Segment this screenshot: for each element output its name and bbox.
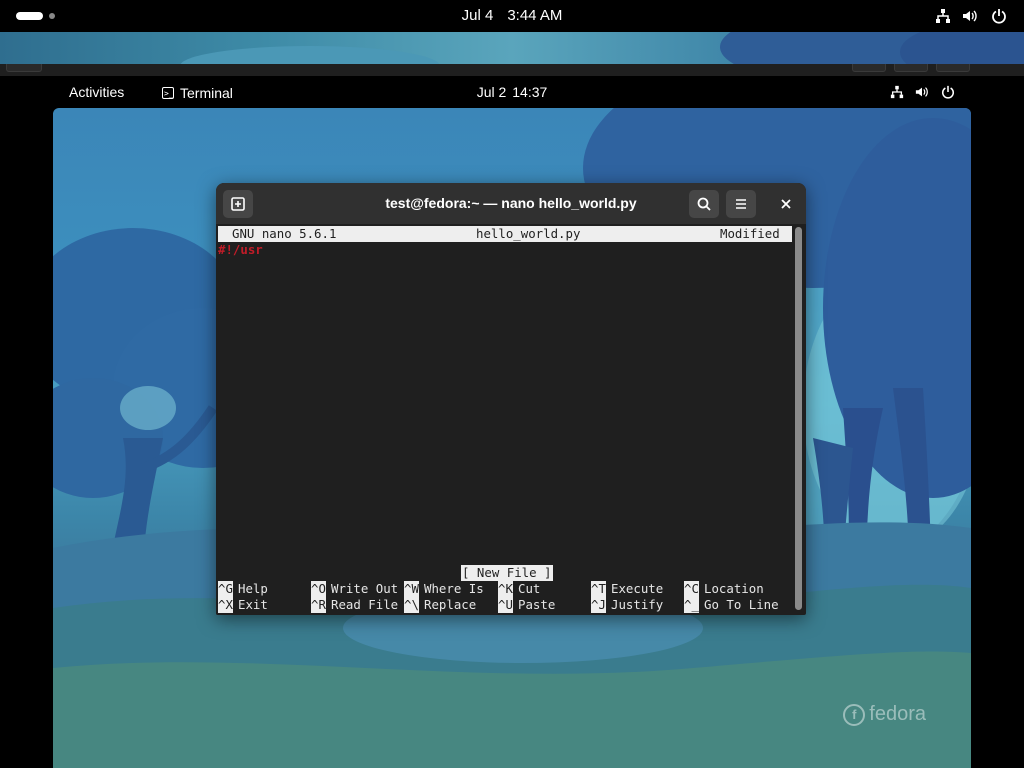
network-icon[interactable]	[935, 8, 951, 24]
vm-clock[interactable]: Jul 2 14:37	[0, 76, 1024, 109]
volume-icon[interactable]	[915, 85, 929, 99]
vm-time: 14:37	[512, 84, 548, 100]
nano-modified-state: Modified	[720, 226, 780, 241]
nano-filename: hello_world.py	[476, 226, 581, 241]
terminal-scrollbar[interactable]	[795, 227, 802, 610]
host-top-bar: Jul 4 3:44 AM	[0, 0, 1024, 32]
frame-tab	[6, 64, 42, 72]
fedora-wordmark: fedora	[869, 703, 926, 725]
volume-icon[interactable]	[962, 8, 978, 24]
menu-button[interactable]	[726, 190, 756, 218]
nano-status-message: [ New File ]	[461, 565, 553, 581]
fedora-icon: f	[843, 703, 866, 726]
terminal-content[interactable]: GNU nano 5.6.1 hello_world.py Modified #…	[216, 224, 794, 615]
frame-tab	[852, 64, 886, 72]
close-icon	[781, 199, 791, 209]
fedora-logo: f fedora	[843, 703, 926, 726]
host-date: Jul 4	[461, 7, 494, 24]
scrollbar-thumb[interactable]	[795, 227, 802, 610]
host-time: 3:44 AM	[507, 7, 563, 24]
frame-tab	[894, 64, 928, 72]
terminal-window[interactable]: test@fedora:~ — nano hello_world.py GNU …	[216, 183, 806, 615]
host-wallpaper-strip	[0, 32, 1024, 64]
host-clock[interactable]: Jul 4 3:44 AM	[0, 0, 1024, 32]
nano-title-bar: GNU nano 5.6.1 hello_world.py Modified	[218, 226, 792, 242]
menu-icon	[736, 199, 746, 209]
terminal-headerbar[interactable]: test@fedora:~ — nano hello_world.py	[216, 183, 806, 224]
search-button[interactable]	[689, 190, 719, 218]
nano-version: GNU nano 5.6.1	[232, 226, 337, 241]
power-icon[interactable]	[991, 8, 1007, 24]
search-icon	[697, 197, 711, 211]
network-icon[interactable]	[890, 85, 904, 99]
vm-top-bar: Activities >_ Terminal Jul 2 14:37	[0, 76, 1024, 108]
close-button[interactable]	[773, 191, 799, 217]
power-icon[interactable]	[941, 85, 955, 99]
editor-line-1[interactable]: #!/usr	[218, 242, 263, 258]
frame-tab	[936, 64, 970, 72]
vm-date: Jul 2	[476, 84, 507, 100]
